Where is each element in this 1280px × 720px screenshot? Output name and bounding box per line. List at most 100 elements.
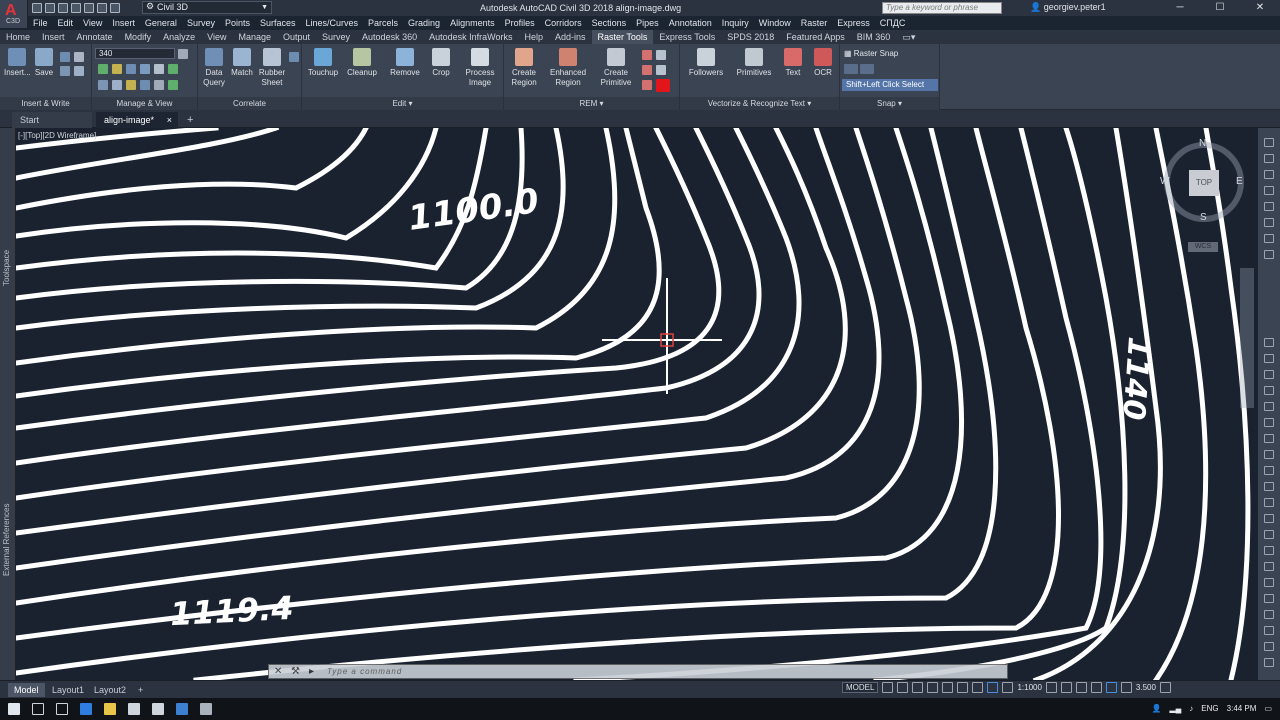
model-space-button[interactable]: MODEL: [842, 682, 879, 693]
maximize-button[interactable]: ☐: [1200, 0, 1240, 16]
menu-express[interactable]: Express: [832, 16, 875, 30]
transparency-icon[interactable]: [98, 80, 108, 90]
app-icon[interactable]: [200, 703, 212, 715]
tab-analyze[interactable]: Analyze: [157, 30, 201, 44]
tool-icon[interactable]: [1264, 234, 1274, 243]
tab-layout1[interactable]: Layout1: [46, 683, 90, 697]
isodraft-icon[interactable]: [957, 682, 969, 693]
menu-pipes[interactable]: Pipes: [631, 16, 664, 30]
tool-icon[interactable]: [1264, 170, 1274, 179]
view-icon[interactable]: [140, 64, 150, 74]
search-input[interactable]: Type a keyword or phrase: [882, 2, 1002, 14]
tab-output[interactable]: Output: [277, 30, 316, 44]
plus-icon[interactable]: [1060, 682, 1072, 693]
tab-align-image[interactable]: align-image* ×: [96, 112, 178, 128]
rem-small-icon[interactable]: [642, 50, 652, 60]
wcs-menu[interactable]: WCS: [1188, 242, 1218, 252]
menu-icon[interactable]: [1159, 682, 1171, 693]
osnap-icon[interactable]: [942, 682, 954, 693]
reload-icon[interactable]: [60, 66, 70, 76]
process-image-button[interactable]: Process Image: [462, 48, 498, 88]
language-indicator[interactable]: ENG: [1201, 704, 1218, 713]
save-button[interactable]: Save: [32, 48, 56, 78]
menu-grading[interactable]: Grading: [403, 16, 445, 30]
shift-click-select-toggle[interactable]: Shift+Left Click Select: [842, 79, 938, 91]
tool-icon[interactable]: [1264, 642, 1274, 651]
annotation-scale[interactable]: 1:1000: [1017, 683, 1041, 692]
tool-icon[interactable]: [1264, 418, 1274, 427]
layer-icon[interactable]: [126, 64, 136, 74]
tool-icon[interactable]: [1264, 658, 1274, 667]
print-icon[interactable]: [84, 3, 94, 13]
undo-icon[interactable]: [97, 3, 107, 13]
tool-icon[interactable]: [1264, 202, 1274, 211]
raster-snap-button[interactable]: ▦ Raster Snap: [844, 49, 898, 58]
followers-button[interactable]: Followers: [686, 48, 726, 78]
tool-icon[interactable]: [1264, 466, 1274, 475]
explorer-icon[interactable]: [104, 703, 116, 715]
list-icon[interactable]: [154, 64, 164, 74]
menu-sections[interactable]: Sections: [587, 16, 632, 30]
annotation-icon[interactable]: [987, 682, 999, 693]
tab-view[interactable]: View: [201, 30, 232, 44]
palette-icon[interactable]: [126, 80, 136, 90]
insert-button[interactable]: Insert...: [4, 48, 31, 78]
ortho-icon[interactable]: [912, 682, 924, 693]
mask-icon[interactable]: [140, 80, 150, 90]
viewcube-top[interactable]: TOP: [1189, 170, 1219, 196]
menu-annotation[interactable]: Annotation: [664, 16, 717, 30]
tool-icon[interactable]: [1264, 218, 1274, 227]
rem-small-icon[interactable]: [656, 65, 666, 75]
toolspace-tab[interactable]: Toolspace: [2, 250, 11, 286]
create-region-button[interactable]: Create Region: [508, 48, 540, 88]
rem-small-icon[interactable]: [642, 80, 652, 90]
tool-icon[interactable]: [1264, 626, 1274, 635]
viewport-controls[interactable]: [-][Top][2D Wireframe]: [18, 131, 96, 140]
lock-icon[interactable]: [178, 49, 188, 59]
add-layout-button[interactable]: +: [132, 683, 149, 697]
menu-alignments[interactable]: Alignments: [445, 16, 500, 30]
export-icon[interactable]: [74, 52, 84, 62]
rem-small-icon[interactable]: [656, 50, 666, 60]
tab-model[interactable]: Model: [8, 683, 45, 697]
navigation-bar[interactable]: [1240, 268, 1254, 408]
notifications-icon[interactable]: ▭: [1264, 704, 1272, 713]
isolate-icon[interactable]: [1075, 682, 1087, 693]
external-references-tab[interactable]: External References: [2, 504, 11, 576]
polar-icon[interactable]: [927, 682, 939, 693]
menu-raster[interactable]: Raster: [796, 16, 833, 30]
image-info-icon[interactable]: [74, 66, 84, 76]
clock[interactable]: 3:44 PM: [1227, 704, 1257, 713]
tool-icon[interactable]: [1264, 250, 1274, 259]
settings-gear-icon[interactable]: [1045, 682, 1057, 693]
correlate-small-icon[interactable]: [289, 52, 299, 62]
cleanup-button[interactable]: Cleanup: [344, 48, 380, 78]
customize-icon[interactable]: [1120, 682, 1132, 693]
image-icon[interactable]: [168, 64, 178, 74]
tool-icon[interactable]: [1264, 154, 1274, 163]
tool-icon[interactable]: [1264, 450, 1274, 459]
tab-add-ins[interactable]: Add-ins: [549, 30, 592, 44]
menu-edit[interactable]: Edit: [53, 16, 79, 30]
data-query-button[interactable]: Data Query: [200, 48, 228, 88]
close-icon[interactable]: ✕: [274, 666, 282, 677]
windows-start-icon[interactable]: [8, 703, 20, 715]
menu-lines-curves[interactable]: Lines/Curves: [301, 16, 364, 30]
enhanced-region-button[interactable]: Enhanced Region: [546, 48, 590, 88]
close-icon[interactable]: ×: [167, 112, 172, 128]
touchup-button[interactable]: Touchup: [306, 48, 340, 78]
new-tab-button[interactable]: +: [182, 112, 200, 128]
tab-home[interactable]: Home: [0, 30, 36, 44]
tool-icon[interactable]: [1264, 402, 1274, 411]
color-icon[interactable]: [168, 80, 178, 90]
store-icon[interactable]: [128, 703, 140, 715]
clean-screen-icon[interactable]: [1105, 682, 1117, 693]
quality-icon[interactable]: [154, 80, 164, 90]
autocad-taskbar-icon[interactable]: [176, 703, 188, 715]
snap-mode-icon[interactable]: [844, 64, 858, 74]
show-icon[interactable]: [98, 64, 108, 74]
tab-bim-360[interactable]: BIM 360: [851, 30, 897, 44]
menu-survey[interactable]: Survey: [182, 16, 220, 30]
menu-spds[interactable]: СПДС: [875, 16, 911, 30]
color-swatch[interactable]: [656, 79, 670, 92]
